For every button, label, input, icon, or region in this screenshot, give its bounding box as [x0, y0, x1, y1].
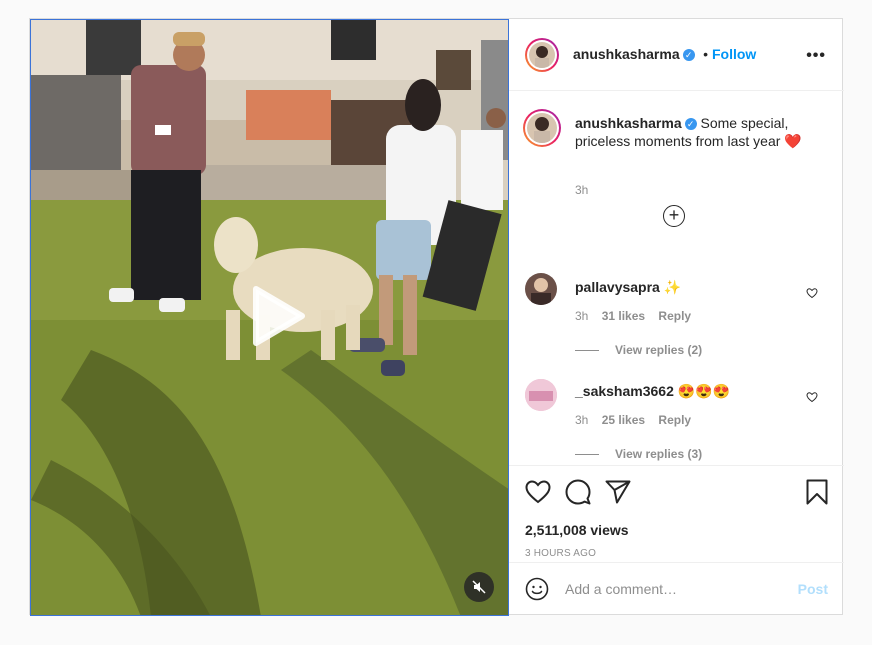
caption-author-avatar[interactable] [523, 109, 561, 147]
comment-icon[interactable] [565, 479, 591, 505]
post-actions: 2,511,008 views 3 HOURS AGO [509, 466, 844, 563]
post-card: anushkasharma ✓ • Follow ••• anushkasharma… [29, 18, 844, 616]
author-username[interactable]: anushkasharma [573, 46, 680, 62]
add-comment-bar: Add a comment… Post [509, 563, 844, 616]
posted-time: 3 HOURS AGO [525, 548, 597, 559]
share-icon[interactable] [605, 480, 631, 504]
like-comment-icon[interactable] [806, 391, 818, 403]
view-replies-label: View replies (2) [615, 343, 703, 357]
comment-username[interactable]: _saksham3662 [575, 383, 674, 399]
comments-section: anushkasharma ✓ Some special, priceless m… [509, 91, 844, 466]
bookmark-icon[interactable] [806, 479, 828, 505]
comment-meta: 3h 31 likes Reply [575, 309, 691, 323]
comment-likes[interactable]: 25 likes [602, 413, 645, 427]
comment-body: _saksham3662 😍😍😍 [575, 382, 730, 400]
verified-icon: ✓ [682, 48, 695, 61]
more-options-icon[interactable]: ••• [806, 47, 826, 65]
view-replies-button[interactable]: View replies (3) [575, 447, 702, 461]
comment-input[interactable]: Add a comment… [565, 581, 677, 597]
post-sidebar: anushkasharma ✓ • Follow ••• anushkasharma… [509, 19, 844, 616]
comment-time: 3h [575, 413, 589, 427]
commenter-avatar[interactable] [525, 273, 557, 305]
comment-text: ✨ [663, 279, 682, 295]
caption-username[interactable]: anushkasharma [575, 115, 682, 131]
commenter-avatar[interactable] [525, 379, 557, 411]
like-comment-icon[interactable] [806, 287, 818, 299]
post-header: anushkasharma ✓ • Follow ••• [509, 19, 844, 91]
emoji-icon[interactable] [525, 577, 549, 601]
comment-body: pallavysapra ✨ [575, 278, 681, 296]
reply-button[interactable]: Reply [658, 413, 691, 427]
comment-likes[interactable]: 31 likes [602, 309, 645, 323]
play-icon[interactable] [242, 283, 308, 349]
comment-username[interactable]: pallavysapra [575, 279, 660, 295]
view-replies-button[interactable]: View replies (2) [575, 343, 702, 357]
caption: anushkasharma ✓ Some special, priceless m… [575, 114, 825, 150]
comment-meta: 3h 25 likes Reply [575, 413, 691, 427]
caption-time: 3h [575, 183, 589, 197]
verified-icon: ✓ [684, 118, 697, 131]
follow-button[interactable]: Follow [712, 46, 756, 62]
post-button[interactable]: Post [798, 581, 828, 597]
video-player[interactable] [30, 19, 509, 616]
heart-icon[interactable] [525, 480, 551, 504]
mute-icon[interactable] [464, 572, 494, 602]
separator-dot: • [703, 46, 708, 62]
reply-button[interactable]: Reply [658, 309, 691, 323]
comment-time: 3h [575, 309, 589, 323]
author-avatar[interactable] [525, 38, 559, 72]
views-count[interactable]: 2,511,008 views [525, 522, 629, 538]
comment-text: 😍😍😍 [677, 383, 731, 399]
view-replies-label: View replies (3) [615, 447, 703, 461]
plus-circle-icon[interactable]: + [663, 205, 685, 227]
